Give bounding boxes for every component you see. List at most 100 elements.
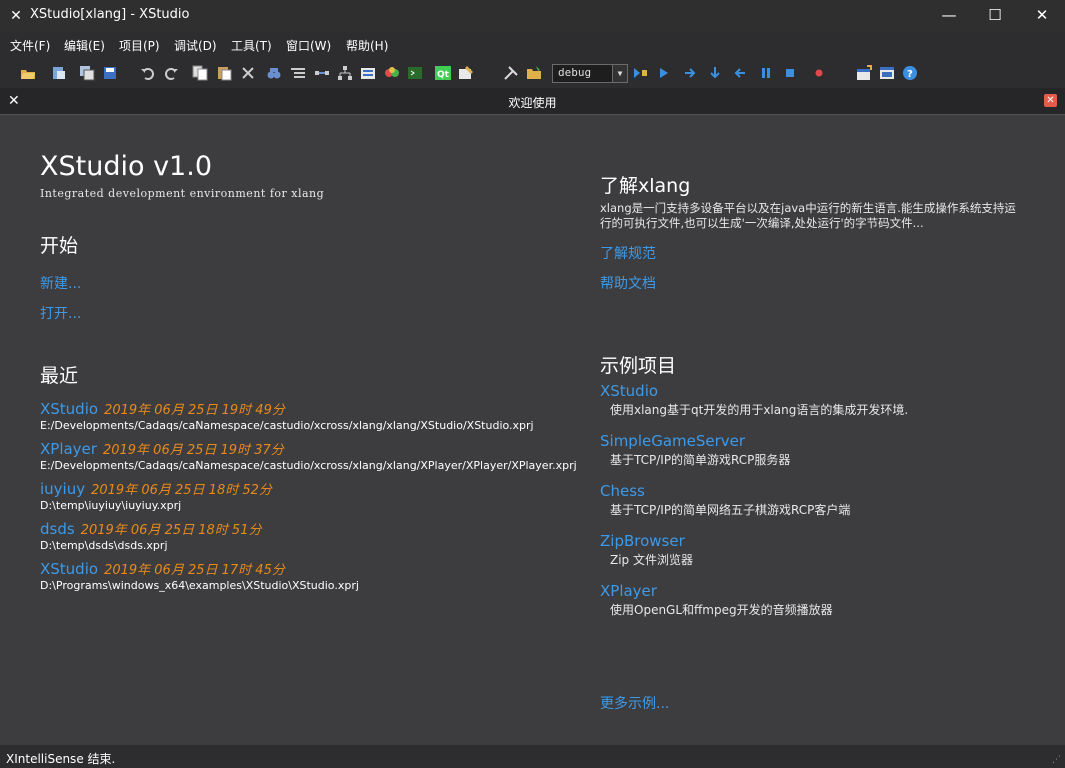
recent-item-name: dsds — [40, 520, 75, 538]
wizard-icon[interactable] — [458, 65, 474, 81]
spec-link[interactable]: 了解规范 — [600, 243, 656, 263]
project-icon[interactable] — [51, 65, 67, 81]
app-logo-icon: ✕ — [10, 8, 22, 24]
resize-grip-icon[interactable]: ⋰ — [1052, 755, 1062, 765]
document-tab-bar: ✕ 欢迎使用 ✕ — [0, 88, 1065, 115]
window-title: XStudio[xlang] - XStudio — [30, 7, 190, 22]
delete-icon[interactable] — [240, 65, 256, 81]
tagline: Integrated development environment for x… — [40, 187, 325, 200]
open-icon[interactable] — [20, 65, 36, 81]
step-into-icon[interactable] — [707, 65, 723, 81]
example-item-link[interactable]: SimpleGameServer — [600, 432, 745, 450]
recent-item-date: 2019年 06月 25日 19时 49分 — [104, 403, 285, 418]
menu-bar: 文件(F) 编辑(E) 项目(P) 调试(D) 工具(T) 窗口(W) 帮助(H… — [0, 32, 1065, 58]
example-item-desc: 基于TCP/IP的简单游戏RCP服务器 — [610, 453, 791, 467]
list-icon[interactable] — [290, 65, 306, 81]
example-item-desc: 使用xlang基于qt开发的用于xlang语言的集成开发环境. — [610, 403, 909, 417]
recent-item-path: E:/Developments/Cadaqs/caNamespace/castu… — [40, 459, 577, 472]
recent-item-name: XStudio — [40, 560, 99, 578]
menu-edit[interactable]: 编辑(E) — [64, 37, 105, 54]
stop-icon[interactable] — [782, 65, 798, 81]
tree-icon[interactable] — [337, 65, 353, 81]
build-icon[interactable] — [360, 65, 376, 81]
app-name-heading: XStudio v1.0 — [40, 151, 212, 182]
example-item-link[interactable]: ZipBrowser — [600, 532, 685, 550]
close-tab-button[interactable]: ✕ — [1044, 94, 1057, 107]
tab-welcome[interactable]: 欢迎使用 — [0, 94, 1065, 111]
minimize-button-real[interactable]: — — [926, 0, 972, 32]
palette-icon[interactable] — [384, 65, 400, 81]
recent-item-path: E:/Developments/Cadaqs/caNamespace/castu… — [40, 419, 534, 432]
breakpoint-icon[interactable] — [811, 65, 827, 81]
save-icon[interactable] — [102, 65, 118, 81]
about-text-line-2: 行的可执行文件,也可以生成'一次编译,处处运行'的字节码文件... — [600, 216, 924, 230]
recent-item-link[interactable]: XPlayer 2019年 06月 25日 19时 37分 — [40, 439, 284, 458]
status-bar: XIntelliSense 结束. ⋰ — [0, 745, 1065, 768]
status-text: XIntelliSense 结束. — [6, 752, 116, 766]
tools-icon[interactable] — [503, 65, 519, 81]
welcome-page: XStudio v1.0 Integrated development envi… — [0, 115, 1065, 745]
toolbar: Qt ? — [0, 58, 1065, 88]
help-icon[interactable]: ? — [902, 65, 918, 81]
recent-item-link[interactable]: iuyiuy 2019年 06月 25日 18时 52分 — [40, 479, 272, 498]
recent-item-path: D:\temp\iuyiuy\iuyiuy.xprj — [40, 499, 182, 512]
run-pause-icon[interactable] — [632, 65, 648, 81]
menu-help[interactable]: 帮助(H) — [346, 37, 388, 54]
recent-item-name: XStudio — [40, 400, 99, 418]
new-window-icon[interactable] — [856, 65, 872, 81]
example-item-link[interactable]: XPlayer — [600, 582, 657, 600]
step-out-icon[interactable] — [731, 65, 747, 81]
recent-heading: 最近 — [40, 365, 79, 387]
recent-item-name: XPlayer — [40, 440, 97, 458]
pause-icon[interactable] — [758, 65, 774, 81]
recent-item-date: 2019年 06月 25日 18时 51分 — [80, 523, 262, 538]
example-item-desc: 使用OpenGL和ffmpeg开发的音频播放器 — [610, 603, 833, 617]
folder-open-icon[interactable] — [526, 65, 542, 81]
terminal-icon[interactable] — [407, 65, 423, 81]
paste-icon[interactable] — [216, 65, 232, 81]
start-debug-icon[interactable] — [656, 65, 672, 81]
chevron-down-icon[interactable]: ▼ — [612, 65, 627, 82]
recent-item-link[interactable]: XStudio 2019年 06月 25日 17时 45分 — [40, 559, 285, 578]
more-examples-link[interactable]: 更多示例... — [600, 693, 669, 713]
recent-item-link[interactable]: XStudio 2019年 06月 25日 19时 49分 — [40, 399, 285, 418]
recent-item-date: 2019年 06月 25日 17时 45分 — [104, 563, 285, 578]
about-text-line-1: xlang是一门支持多设备平台以及在java中运行的新生语言.能生成操作系统支持… — [600, 201, 1016, 215]
build-config-select[interactable]: debug ▼ — [552, 64, 628, 83]
about-heading: 了解xlang — [600, 175, 691, 197]
qt-icon[interactable]: Qt — [435, 65, 451, 81]
menu-project[interactable]: 项目(P) — [119, 37, 160, 54]
close-window-button[interactable]: ✕ — [1019, 0, 1065, 32]
build-config-value: debug — [558, 66, 592, 79]
example-item-desc: Zip 文件浏览器 — [610, 553, 693, 567]
recent-item-link[interactable]: dsds 2019年 06月 25日 18时 51分 — [40, 519, 261, 538]
svg-text:Qt: Qt — [437, 70, 450, 80]
recent-item-date: 2019年 06月 25日 19时 37分 — [102, 443, 284, 458]
open-project-link[interactable]: 打开... — [40, 303, 81, 323]
menu-debug[interactable]: 调试(D) — [174, 37, 217, 54]
svg-text:?: ? — [907, 69, 913, 80]
new-project-link[interactable]: 新建... — [40, 273, 81, 293]
menu-tools[interactable]: 工具(T) — [231, 37, 272, 54]
undo-icon[interactable] — [140, 65, 156, 81]
menu-file[interactable]: 文件(F) — [10, 37, 50, 54]
docs-link[interactable]: 帮助文档 — [600, 273, 656, 293]
recent-item-name: iuyiuy — [40, 480, 86, 498]
recent-item-path: D:\temp\dsds\dsds.xprj — [40, 539, 168, 552]
example-item-link[interactable]: XStudio — [600, 382, 658, 400]
menu-window[interactable]: 窗口(W) — [286, 37, 331, 54]
copy-icon[interactable] — [192, 65, 208, 81]
recent-item-path: D:\Programs\windows_x64\examples\XStudio… — [40, 579, 359, 592]
save-all-icon[interactable] — [79, 65, 95, 81]
layout-icon[interactable] — [879, 65, 895, 81]
examples-heading: 示例项目 — [600, 355, 677, 377]
start-heading: 开始 — [40, 235, 79, 257]
maximize-button[interactable]: ☐ — [972, 0, 1018, 32]
example-item-link[interactable]: Chess — [600, 482, 645, 500]
example-item-desc: 基于TCP/IP的简单网络五子棋游戏RCP客户端 — [610, 503, 851, 517]
connect-icon[interactable] — [314, 65, 330, 81]
find-icon[interactable] — [266, 65, 282, 81]
redo-icon[interactable] — [163, 65, 179, 81]
step-over-icon[interactable] — [683, 65, 699, 81]
recent-item-date: 2019年 06月 25日 18时 52分 — [91, 483, 272, 498]
